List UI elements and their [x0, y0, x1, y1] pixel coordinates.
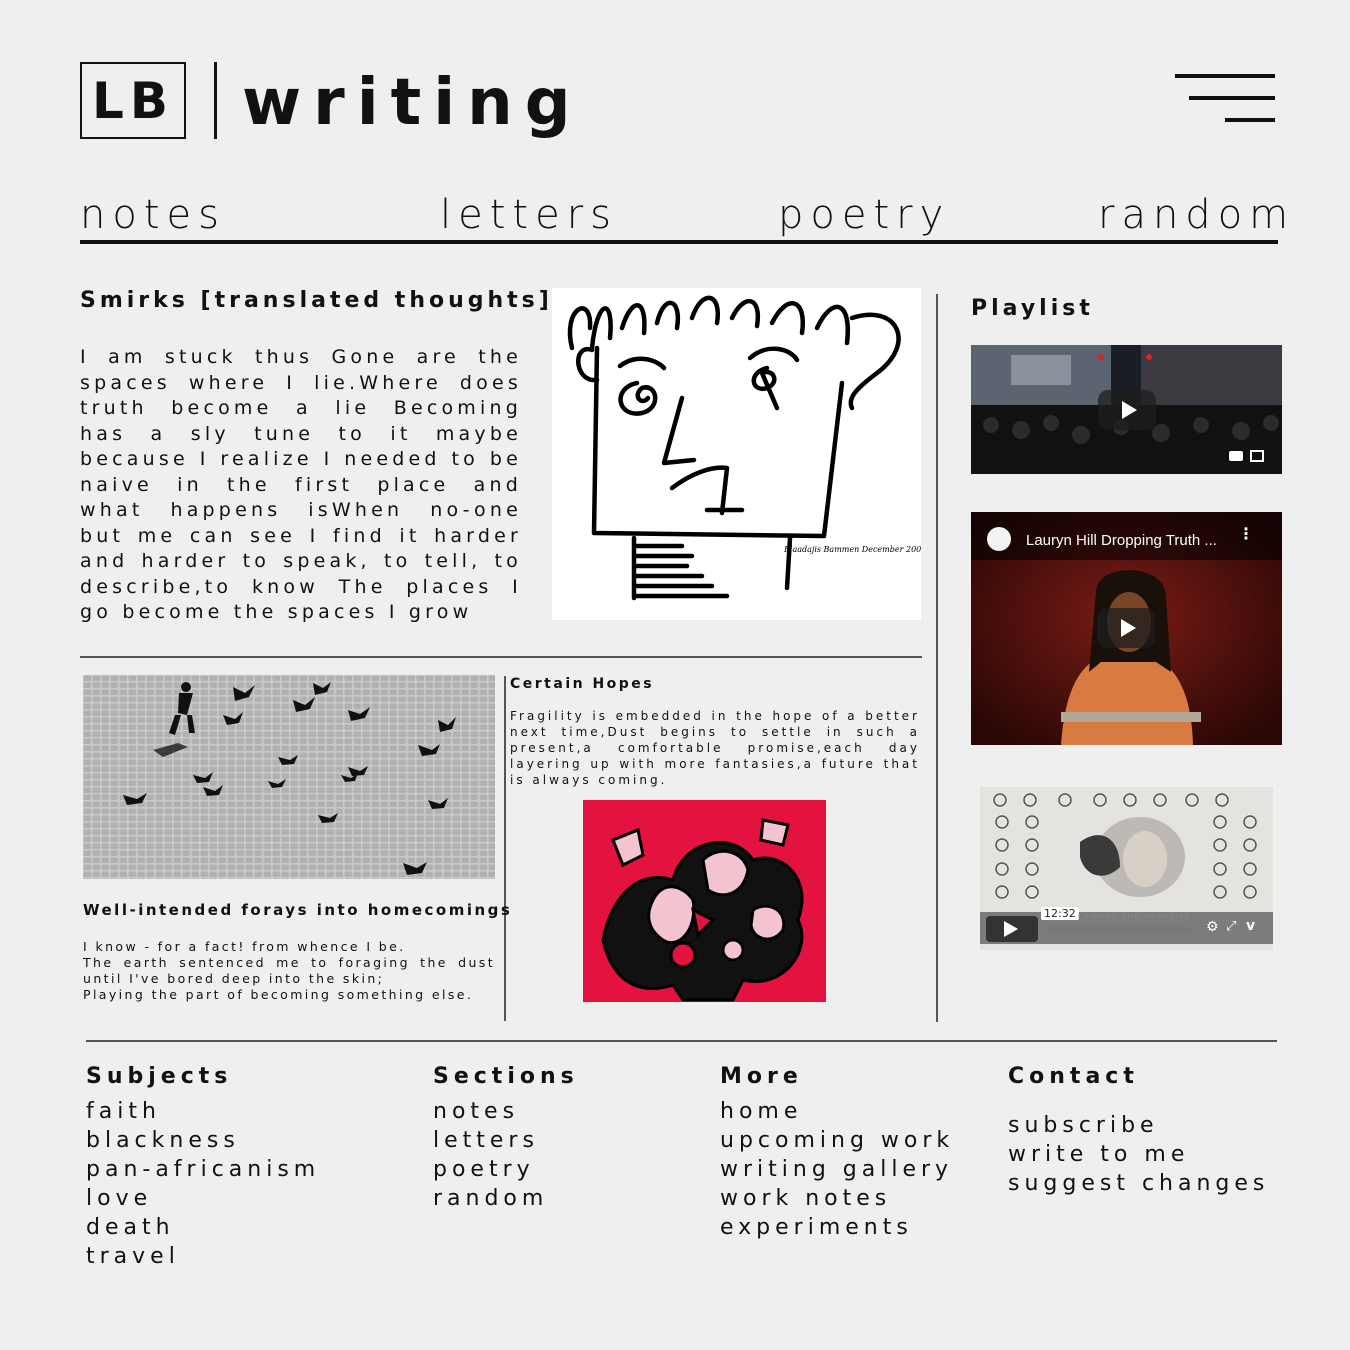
nav-random[interactable]: random — [1098, 192, 1295, 238]
more-options-icon[interactable]: ⋮ — [1238, 526, 1254, 542]
site-title[interactable]: writing — [242, 58, 583, 148]
poem-line: The earth sentenced me to foraging the d… — [83, 955, 495, 986]
video-protest[interactable] — [971, 345, 1282, 474]
poem-line: Playing the part of becoming something e… — [83, 987, 474, 1002]
nav-letters[interactable]: letters — [440, 192, 618, 238]
footer-heading: Subjects — [86, 1064, 233, 1089]
face-sketch-image[interactable]: Blaadajis Bammen December 2008 — [552, 288, 926, 620]
footer-heading: More — [720, 1064, 803, 1089]
main-nav: notes letters poetry random — [80, 192, 1288, 244]
subject-link[interactable]: faith — [86, 1097, 320, 1126]
video-reclaiming-negative[interactable]: 12:32 LAIMING THE NEGATIVE ⚙ ⤢ v — [980, 787, 1273, 950]
divider — [504, 676, 506, 1021]
divider — [936, 294, 938, 1022]
playlist-title: Playlist — [971, 296, 1094, 321]
nav-notes[interactable]: notes — [80, 192, 226, 238]
nav-poetry[interactable]: poetry — [778, 192, 950, 238]
section-link[interactable]: poetry — [433, 1155, 579, 1184]
subject-link[interactable]: pan-africanism — [86, 1155, 320, 1184]
section-link[interactable]: notes — [433, 1097, 579, 1126]
more-link[interactable]: writing gallery — [720, 1155, 954, 1184]
fullscreen-icon[interactable]: ⤢ — [1226, 919, 1236, 934]
video-caption: LAIMING THE NEGATIVE — [1078, 913, 1191, 921]
footer-contact: Contact subscribe write to me suggest ch… — [1008, 1064, 1269, 1198]
logo-divider — [214, 62, 217, 139]
poem-line: I know - for a fact! from whence I be. — [83, 939, 406, 954]
footer-more: More home upcoming work writing gallery … — [720, 1064, 954, 1242]
contact-suggest-link[interactable]: suggest changes — [1008, 1169, 1269, 1198]
abstract-art-image[interactable] — [583, 800, 826, 1002]
section-link[interactable]: letters — [433, 1126, 579, 1155]
more-link[interactable]: home — [720, 1097, 954, 1126]
play-icon[interactable] — [1098, 390, 1156, 430]
play-icon[interactable] — [1097, 608, 1155, 648]
video-title[interactable]: Lauryn Hill Dropping Truth ... — [1026, 532, 1217, 549]
article-title[interactable]: Well-intended forays into homecomings — [83, 901, 512, 919]
article-title[interactable]: Smirks [translated thoughts] — [80, 288, 553, 313]
article-title[interactable]: Certain Hopes — [510, 676, 654, 692]
vimeo-icon[interactable]: v — [1246, 918, 1255, 934]
more-link[interactable]: upcoming work — [720, 1126, 954, 1155]
footer-subjects: Subjects faith blackness pan-africanism … — [86, 1064, 320, 1271]
article-body: I am stuck thus Gone are the spaces wher… — [80, 346, 522, 623]
subject-link[interactable]: love — [86, 1184, 320, 1213]
video-lauryn-hill[interactable]: Lauryn Hill Dropping Truth ... ⋮ — [971, 512, 1282, 745]
contact-subscribe-link[interactable]: subscribe — [1008, 1111, 1269, 1140]
logo[interactable]: LB — [80, 62, 186, 139]
article-body: Fragility is embedded in the hope of a b… — [510, 709, 920, 787]
subject-link[interactable]: death — [86, 1213, 320, 1242]
footer-heading: Contact — [1008, 1064, 1139, 1089]
settings-icon[interactable]: ⚙ — [1206, 919, 1219, 935]
footer-heading: Sections — [433, 1064, 579, 1089]
subject-link[interactable]: travel — [86, 1242, 320, 1271]
section-link[interactable]: random — [433, 1184, 579, 1213]
birds-photo-image[interactable] — [83, 675, 495, 879]
divider — [80, 656, 922, 658]
more-link[interactable]: experiments — [720, 1213, 954, 1242]
more-link[interactable]: work notes — [720, 1184, 954, 1213]
footer-sections: Sections notes letters poetry random — [433, 1064, 579, 1213]
article-body: I know - for a fact! from whence I be. T… — [83, 939, 495, 1003]
subject-link[interactable]: blackness — [86, 1126, 320, 1155]
video-timestamp: 12:32 — [1041, 907, 1079, 920]
divider — [86, 1040, 1277, 1042]
image-signature: Blaadajis Bammen December 2008 — [783, 545, 921, 554]
hamburger-menu-icon[interactable] — [1175, 74, 1275, 126]
contact-write-link[interactable]: write to me — [1008, 1140, 1269, 1169]
